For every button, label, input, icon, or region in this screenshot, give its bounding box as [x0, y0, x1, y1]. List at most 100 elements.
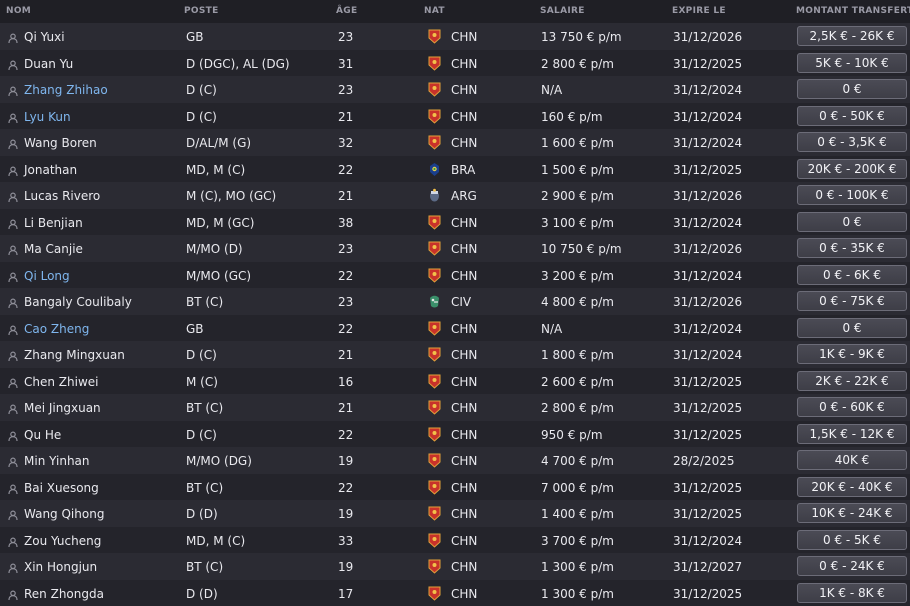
transfer-value-badge[interactable]: 20K € - 200K € [797, 159, 907, 179]
table-row[interactable]: Zhang ZhihaoD (C)23CHNN/A31/12/20240 € [0, 76, 910, 103]
squad-table: NOM POSTE ÂGE NAT SALAIRE EXPIRE LE MONT… [0, 0, 910, 604]
transfer-value-badge[interactable]: 1,5K € - 12K € [797, 424, 907, 444]
china-flag-icon [428, 480, 441, 495]
table-row[interactable]: Zou YuchengMD, M (C)33CHN3 700 € p/m31/1… [0, 527, 910, 554]
player-position: D (D) [186, 507, 218, 521]
table-row[interactable]: Mei JingxuanBT (C)21CHN2 800 € p/m31/12/… [0, 394, 910, 421]
transfer-value-badge[interactable]: 0 € - 100K € [797, 185, 907, 205]
player-name-link[interactable]: Qi Long [24, 269, 70, 283]
column-header-age[interactable]: ÂGE [336, 6, 357, 16]
player-name-link[interactable]: Li Benjian [24, 216, 83, 230]
table-row[interactable]: Bangaly CoulibalyBT (C)23CIV4 800 € p/m3… [0, 288, 910, 315]
transfer-value-badge[interactable]: 0 € - 24K € [797, 556, 907, 576]
brazil-flag-icon [428, 162, 441, 177]
table-row[interactable]: Li BenjianMD, M (GC)38CHN3 100 € p/m31/1… [0, 209, 910, 236]
transfer-value-badge[interactable]: 0 € [797, 318, 907, 338]
player-age: 22 [338, 322, 353, 336]
table-row[interactable]: Ren ZhongdaD (D)17CHN1 300 € p/m31/12/20… [0, 580, 910, 606]
transfer-value-badge[interactable]: 0 € - 5K € [797, 530, 907, 550]
table-row[interactable]: Min YinhanM/MO (DG)19CHN4 700 € p/m28/2/… [0, 447, 910, 474]
contract-expiry: 28/2/2025 [673, 454, 735, 468]
transfer-value-badge[interactable]: 0 € - 3,5K € [797, 132, 907, 152]
table-row[interactable]: Bai XuesongBT (C)22CHN7 000 € p/m31/12/2… [0, 474, 910, 501]
transfer-value-badge[interactable]: 0 € - 6K € [797, 265, 907, 285]
player-nationality: CHN [451, 348, 477, 362]
player-name-link[interactable]: Wang Qihong [24, 507, 104, 521]
table-row[interactable]: Wang QihongD (D)19CHN1 400 € p/m31/12/20… [0, 500, 910, 527]
table-row[interactable]: Duan YuD (DGC), AL (DG)31CHN2 800 € p/m3… [0, 50, 910, 77]
transfer-value-badge[interactable]: 10K € - 24K € [797, 503, 907, 523]
player-name-link[interactable]: Zou Yucheng [24, 534, 101, 548]
player-position: M/MO (DG) [186, 454, 252, 468]
player-age: 21 [338, 110, 353, 124]
player-nationality: CHN [451, 454, 477, 468]
china-flag-icon [428, 559, 441, 574]
transfer-value-badge[interactable]: 0 € [797, 212, 907, 232]
transfer-value-badge[interactable]: 20K € - 40K € [797, 477, 907, 497]
player-salary: 1 500 € p/m [541, 163, 614, 177]
player-name-link[interactable]: Zhang Zhihao [24, 83, 108, 97]
player-position: BT (C) [186, 295, 223, 309]
table-row[interactable]: Ma CanjieM/MO (D)23CHN10 750 € p/m31/12/… [0, 235, 910, 262]
table-row[interactable]: Lucas RiveroM (C), MO (GC)21ARG2 900 € p… [0, 182, 910, 209]
transfer-value-badge[interactable]: 0 € - 60K € [797, 397, 907, 417]
player-position: GB [186, 30, 204, 44]
column-header-nationality[interactable]: NAT [424, 6, 445, 16]
player-position: BT (C) [186, 560, 223, 574]
transfer-value-badge[interactable]: 0 € - 35K € [797, 238, 907, 258]
contract-expiry: 31/12/2025 [673, 57, 742, 71]
column-header-expires[interactable]: EXPIRE LE [672, 6, 726, 16]
table-row[interactable]: Qu HeD (C)22CHN950 € p/m31/12/20251,5K €… [0, 421, 910, 448]
player-name-link[interactable]: Min Yinhan [24, 454, 90, 468]
table-row[interactable]: Chen ZhiweiM (C)16CHN2 600 € p/m31/12/20… [0, 368, 910, 395]
player-name-link[interactable]: Mei Jingxuan [24, 401, 101, 415]
table-row[interactable]: JonathanMD, M (C)22BRA1 500 € p/m31/12/2… [0, 156, 910, 183]
person-icon [8, 377, 18, 387]
transfer-value-badge[interactable]: 0 € - 75K € [797, 291, 907, 311]
player-name-link[interactable]: Qi Yuxi [24, 30, 65, 44]
player-position: M/MO (GC) [186, 269, 251, 283]
player-age: 33 [338, 534, 353, 548]
transfer-value-badge[interactable]: 0 € [797, 79, 907, 99]
player-name-link[interactable]: Duan Yu [24, 57, 73, 71]
column-header-name[interactable]: NOM [6, 6, 31, 16]
table-row[interactable]: Qi YuxiGB23CHN13 750 € p/m31/12/20262,5K… [0, 23, 910, 50]
column-header-transfer-value[interactable]: MONTANT TRANSFERT [796, 6, 910, 16]
table-row[interactable]: Qi LongM/MO (GC)22CHN3 200 € p/m31/12/20… [0, 262, 910, 289]
transfer-value-badge[interactable]: 1K € - 8K € [797, 583, 907, 603]
player-name-link[interactable]: Chen Zhiwei [24, 375, 98, 389]
player-name-link[interactable]: Ren Zhongda [24, 587, 104, 601]
china-flag-icon [428, 56, 441, 71]
transfer-value-badge[interactable]: 1K € - 9K € [797, 344, 907, 364]
player-name-link[interactable]: Zhang Mingxuan [24, 348, 125, 362]
column-header-position[interactable]: POSTE [184, 6, 219, 16]
player-name-link[interactable]: Jonathan [24, 163, 77, 177]
player-name-link[interactable]: Bangaly Coulibaly [24, 295, 132, 309]
player-name-link[interactable]: Ma Canjie [24, 242, 83, 256]
player-position: M (C), MO (GC) [186, 189, 276, 203]
player-name-link[interactable]: Cao Zheng [24, 322, 89, 336]
player-name-link[interactable]: Lucas Rivero [24, 189, 100, 203]
table-row[interactable]: Zhang MingxuanD (C)21CHN1 800 € p/m31/12… [0, 341, 910, 368]
transfer-value-badge[interactable]: 40K € [797, 450, 907, 470]
transfer-value-badge[interactable]: 0 € - 50K € [797, 106, 907, 126]
transfer-value-badge[interactable]: 2,5K € - 26K € [797, 26, 907, 46]
table-row[interactable]: Cao ZhengGB22CHNN/A31/12/20240 € [0, 315, 910, 342]
column-header-salary[interactable]: SALAIRE [540, 6, 585, 16]
player-name-link[interactable]: Bai Xuesong [24, 481, 99, 495]
table-row[interactable]: Xin HongjunBT (C)19CHN1 300 € p/m31/12/2… [0, 553, 910, 580]
player-name-link[interactable]: Qu He [24, 428, 61, 442]
table-row[interactable]: Wang BorenD/AL/M (G)32CHN1 600 € p/m31/1… [0, 129, 910, 156]
transfer-value-badge[interactable]: 2K € - 22K € [797, 371, 907, 391]
player-nationality: CHN [451, 560, 477, 574]
player-name-link[interactable]: Xin Hongjun [24, 560, 97, 574]
player-age: 23 [338, 83, 353, 97]
player-name-link[interactable]: Lyu Kun [24, 110, 71, 124]
player-salary: 3 200 € p/m [541, 269, 614, 283]
table-row[interactable]: Lyu KunD (C)21CHN160 € p/m31/12/20240 € … [0, 103, 910, 130]
player-name-link[interactable]: Wang Boren [24, 136, 97, 150]
transfer-value-badge[interactable]: 5K € - 10K € [797, 53, 907, 73]
player-salary: 13 750 € p/m [541, 30, 622, 44]
contract-expiry: 31/12/2024 [673, 83, 742, 97]
china-flag-icon [428, 82, 441, 97]
